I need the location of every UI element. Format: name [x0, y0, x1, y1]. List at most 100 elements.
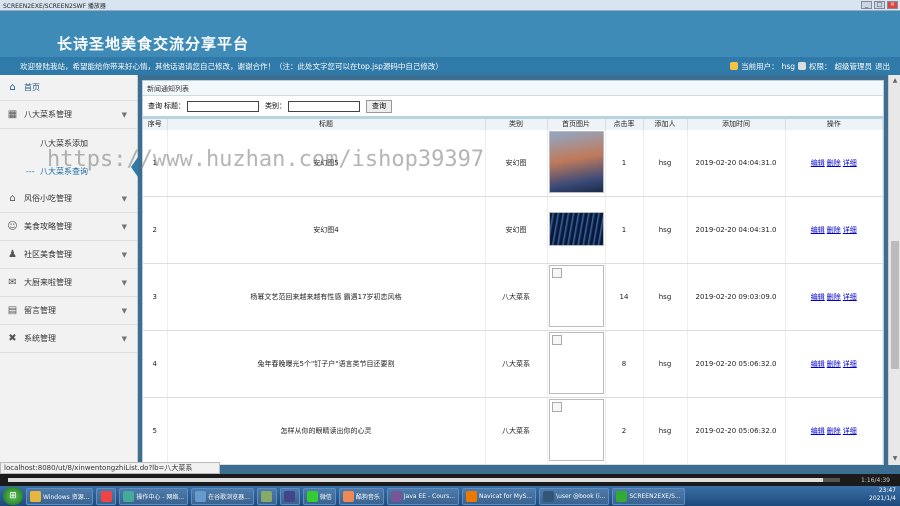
chevron-down-icon: ▼ — [121, 278, 127, 287]
scroll-thumb[interactable] — [891, 241, 899, 369]
delete-link[interactable]: 删除 — [827, 226, 841, 234]
detail-link[interactable]: 详细 — [843, 293, 857, 301]
taskbar-item[interactable] — [256, 487, 277, 505]
row-hits: 14 — [605, 263, 644, 331]
taskbar-item[interactable]: Windows 资源... — [26, 487, 94, 505]
sidebar-group-chefs[interactable]: ✉ 大厨来啦管理 ▼ — [0, 269, 137, 297]
sidebar-group-system[interactable]: ✖ 系统管理 ▼ — [0, 325, 137, 353]
edit-link[interactable]: 编辑 — [811, 427, 825, 435]
minimize-button[interactable]: _ — [861, 1, 872, 9]
row-category: 安幻图 — [485, 129, 548, 197]
thumbnail-image[interactable] — [548, 212, 604, 246]
table-row: 4 兔年春晚曝光5个"钉子户"语言类节目还要割 八大菜系 8 hsg 2019-02-20… — [143, 330, 883, 398]
taskbar-item[interactable]: Navicat for MyS... — [462, 487, 537, 505]
scroll-down-icon[interactable]: ▼ — [891, 455, 899, 463]
delete-link[interactable]: 删除 — [827, 360, 841, 368]
taskbar-item[interactable] — [96, 487, 117, 505]
seek-track[interactable] — [8, 478, 840, 482]
taskbar-item-label: 操作中心 - 网络... — [136, 493, 185, 501]
row-user: hsg — [643, 330, 688, 398]
taskbar-item-label: Navicat for MyS... — [479, 492, 533, 500]
app-icon — [466, 490, 478, 502]
row-actions: 编辑 删除 详细 — [785, 263, 883, 331]
sidebar-item-label: 留言管理 — [24, 306, 56, 315]
app-icon — [306, 490, 318, 502]
sidebar-group-messages[interactable]: ▤ 留言管理 ▼ — [0, 297, 137, 325]
welcome-message: 欢迎登陆我站，希望能给你带来好心情，其他话语请您自己修改，谢谢合作！（注：此处文… — [20, 61, 443, 71]
scroll-up-icon[interactable]: ▲ — [891, 77, 899, 85]
sidebar-item-home[interactable]: ⌂ 首页 — [0, 75, 137, 101]
collapse-handle[interactable] — [131, 157, 138, 177]
app-icon — [100, 490, 112, 502]
delete-link[interactable]: 删除 — [827, 159, 841, 167]
app-icon — [616, 490, 628, 502]
row-title: 杨幂文艺范回来越来越有性感 霸遇17岁初恋风格 — [167, 263, 486, 331]
edit-link[interactable]: 编辑 — [811, 159, 825, 167]
player-time: 1:16/4:39 — [861, 476, 890, 484]
sidebar-subitem-add[interactable]: 八大菜系添加 — [0, 129, 137, 157]
row-category: 安幻图 — [485, 196, 548, 264]
site-header: 长诗圣地美食交流分享平台 — [0, 11, 900, 57]
edit-link[interactable]: 编辑 — [811, 226, 825, 234]
table-row: 5 怎样从你的眼睛读出你的心灵 八大菜系 2 hsg 2019-02-20 05:06:3… — [143, 397, 883, 465]
detail-link[interactable]: 详细 — [843, 360, 857, 368]
page-scrollbar[interactable]: ▲ ▼ — [888, 75, 900, 465]
thumbnail-image[interactable] — [548, 332, 604, 394]
delete-link[interactable]: 删除 — [827, 427, 841, 435]
detail-link[interactable]: 详细 — [843, 226, 857, 234]
sidebar-subitem-query[interactable]: --- 八大菜系查询 — [0, 157, 137, 185]
seek-fill — [8, 478, 824, 482]
sidebar-item-label: 八大菜系添加 — [40, 138, 88, 148]
thumbnail-image[interactable] — [548, 265, 604, 327]
users-icon: ☺ — [7, 221, 18, 232]
maximize-button[interactable]: □ — [874, 1, 885, 9]
taskbar-item[interactable]: 操作中心 - 网络... — [119, 487, 189, 505]
row-hits: 8 — [605, 330, 644, 398]
delete-link[interactable]: 删除 — [827, 293, 841, 301]
window-titlebar: SCREEN2EXE/SCREEN2SWF 播放器 _ □ × — [0, 0, 900, 11]
chevron-down-icon: ▼ — [121, 306, 127, 315]
current-user: hsg — [781, 61, 795, 71]
row-hits: 1 — [605, 196, 644, 264]
col-actions: 操作 — [785, 116, 883, 130]
sidebar-group-community[interactable]: ♟ 社区美食管理 ▼ — [0, 241, 137, 269]
sidebar-item-label: 社区美食管理 — [24, 250, 72, 259]
row-title: 怎样从你的眼睛读出你的心灵 — [167, 397, 486, 465]
row-image-cell — [547, 129, 606, 197]
row-image-cell — [547, 196, 606, 264]
taskbar-item[interactable]: SCREEN2EXE/S... — [612, 487, 685, 505]
start-button[interactable]: ⊞ — [3, 487, 23, 505]
search-button[interactable]: 查询 — [366, 99, 392, 113]
taskbar-item[interactable]: \user @book (i... — [539, 487, 610, 505]
sidebar-group-guides[interactable]: ☺ 美食攻略管理 ▼ — [0, 213, 137, 241]
sidebar-item-label: 系统管理 — [24, 334, 56, 343]
edit-link[interactable]: 编辑 — [811, 293, 825, 301]
category-input[interactable] — [288, 100, 360, 112]
row-no: 2 — [143, 196, 168, 264]
row-category: 八大菜系 — [485, 263, 548, 331]
detail-link[interactable]: 详细 — [843, 159, 857, 167]
taskbar-item[interactable]: 在谷歌浏览器... — [191, 487, 254, 505]
app-icon — [30, 490, 41, 502]
sidebar-group-snacks[interactable]: ⌂ 风俗小吃管理 ▼ — [0, 185, 137, 213]
sidebar-item-label: 大厨来啦管理 — [24, 278, 72, 287]
row-title: 安幻图4 — [167, 196, 486, 264]
thumbnail-image[interactable] — [548, 399, 604, 461]
taskbar-item-label: 在谷歌浏览器... — [208, 493, 250, 501]
window-title: SCREEN2EXE/SCREEN2SWF 播放器 — [3, 2, 106, 10]
logout-link[interactable]: 退出 — [875, 61, 890, 72]
taskbar-item[interactable]: 微信 — [302, 487, 336, 505]
edit-link[interactable]: 编辑 — [811, 360, 825, 368]
app-icon — [543, 490, 555, 502]
taskbar-item[interactable]: Java EE - Cours... — [386, 487, 460, 505]
chevron-down-icon: ▼ — [121, 334, 127, 343]
chevron-down-icon: ▼ — [121, 110, 127, 119]
title-input[interactable] — [187, 100, 259, 112]
close-button[interactable]: × — [887, 1, 898, 9]
taskbar-item[interactable]: 酷狗音乐 — [338, 487, 384, 505]
taskbar-item[interactable] — [279, 487, 300, 505]
sidebar-group-cuisines[interactable]: ▦ 八大菜系管理 ▼ — [0, 101, 137, 129]
player-seekbar[interactable]: 1:16/4:39 — [0, 474, 900, 486]
detail-link[interactable]: 详细 — [843, 427, 857, 435]
thumbnail-image[interactable] — [548, 130, 604, 193]
